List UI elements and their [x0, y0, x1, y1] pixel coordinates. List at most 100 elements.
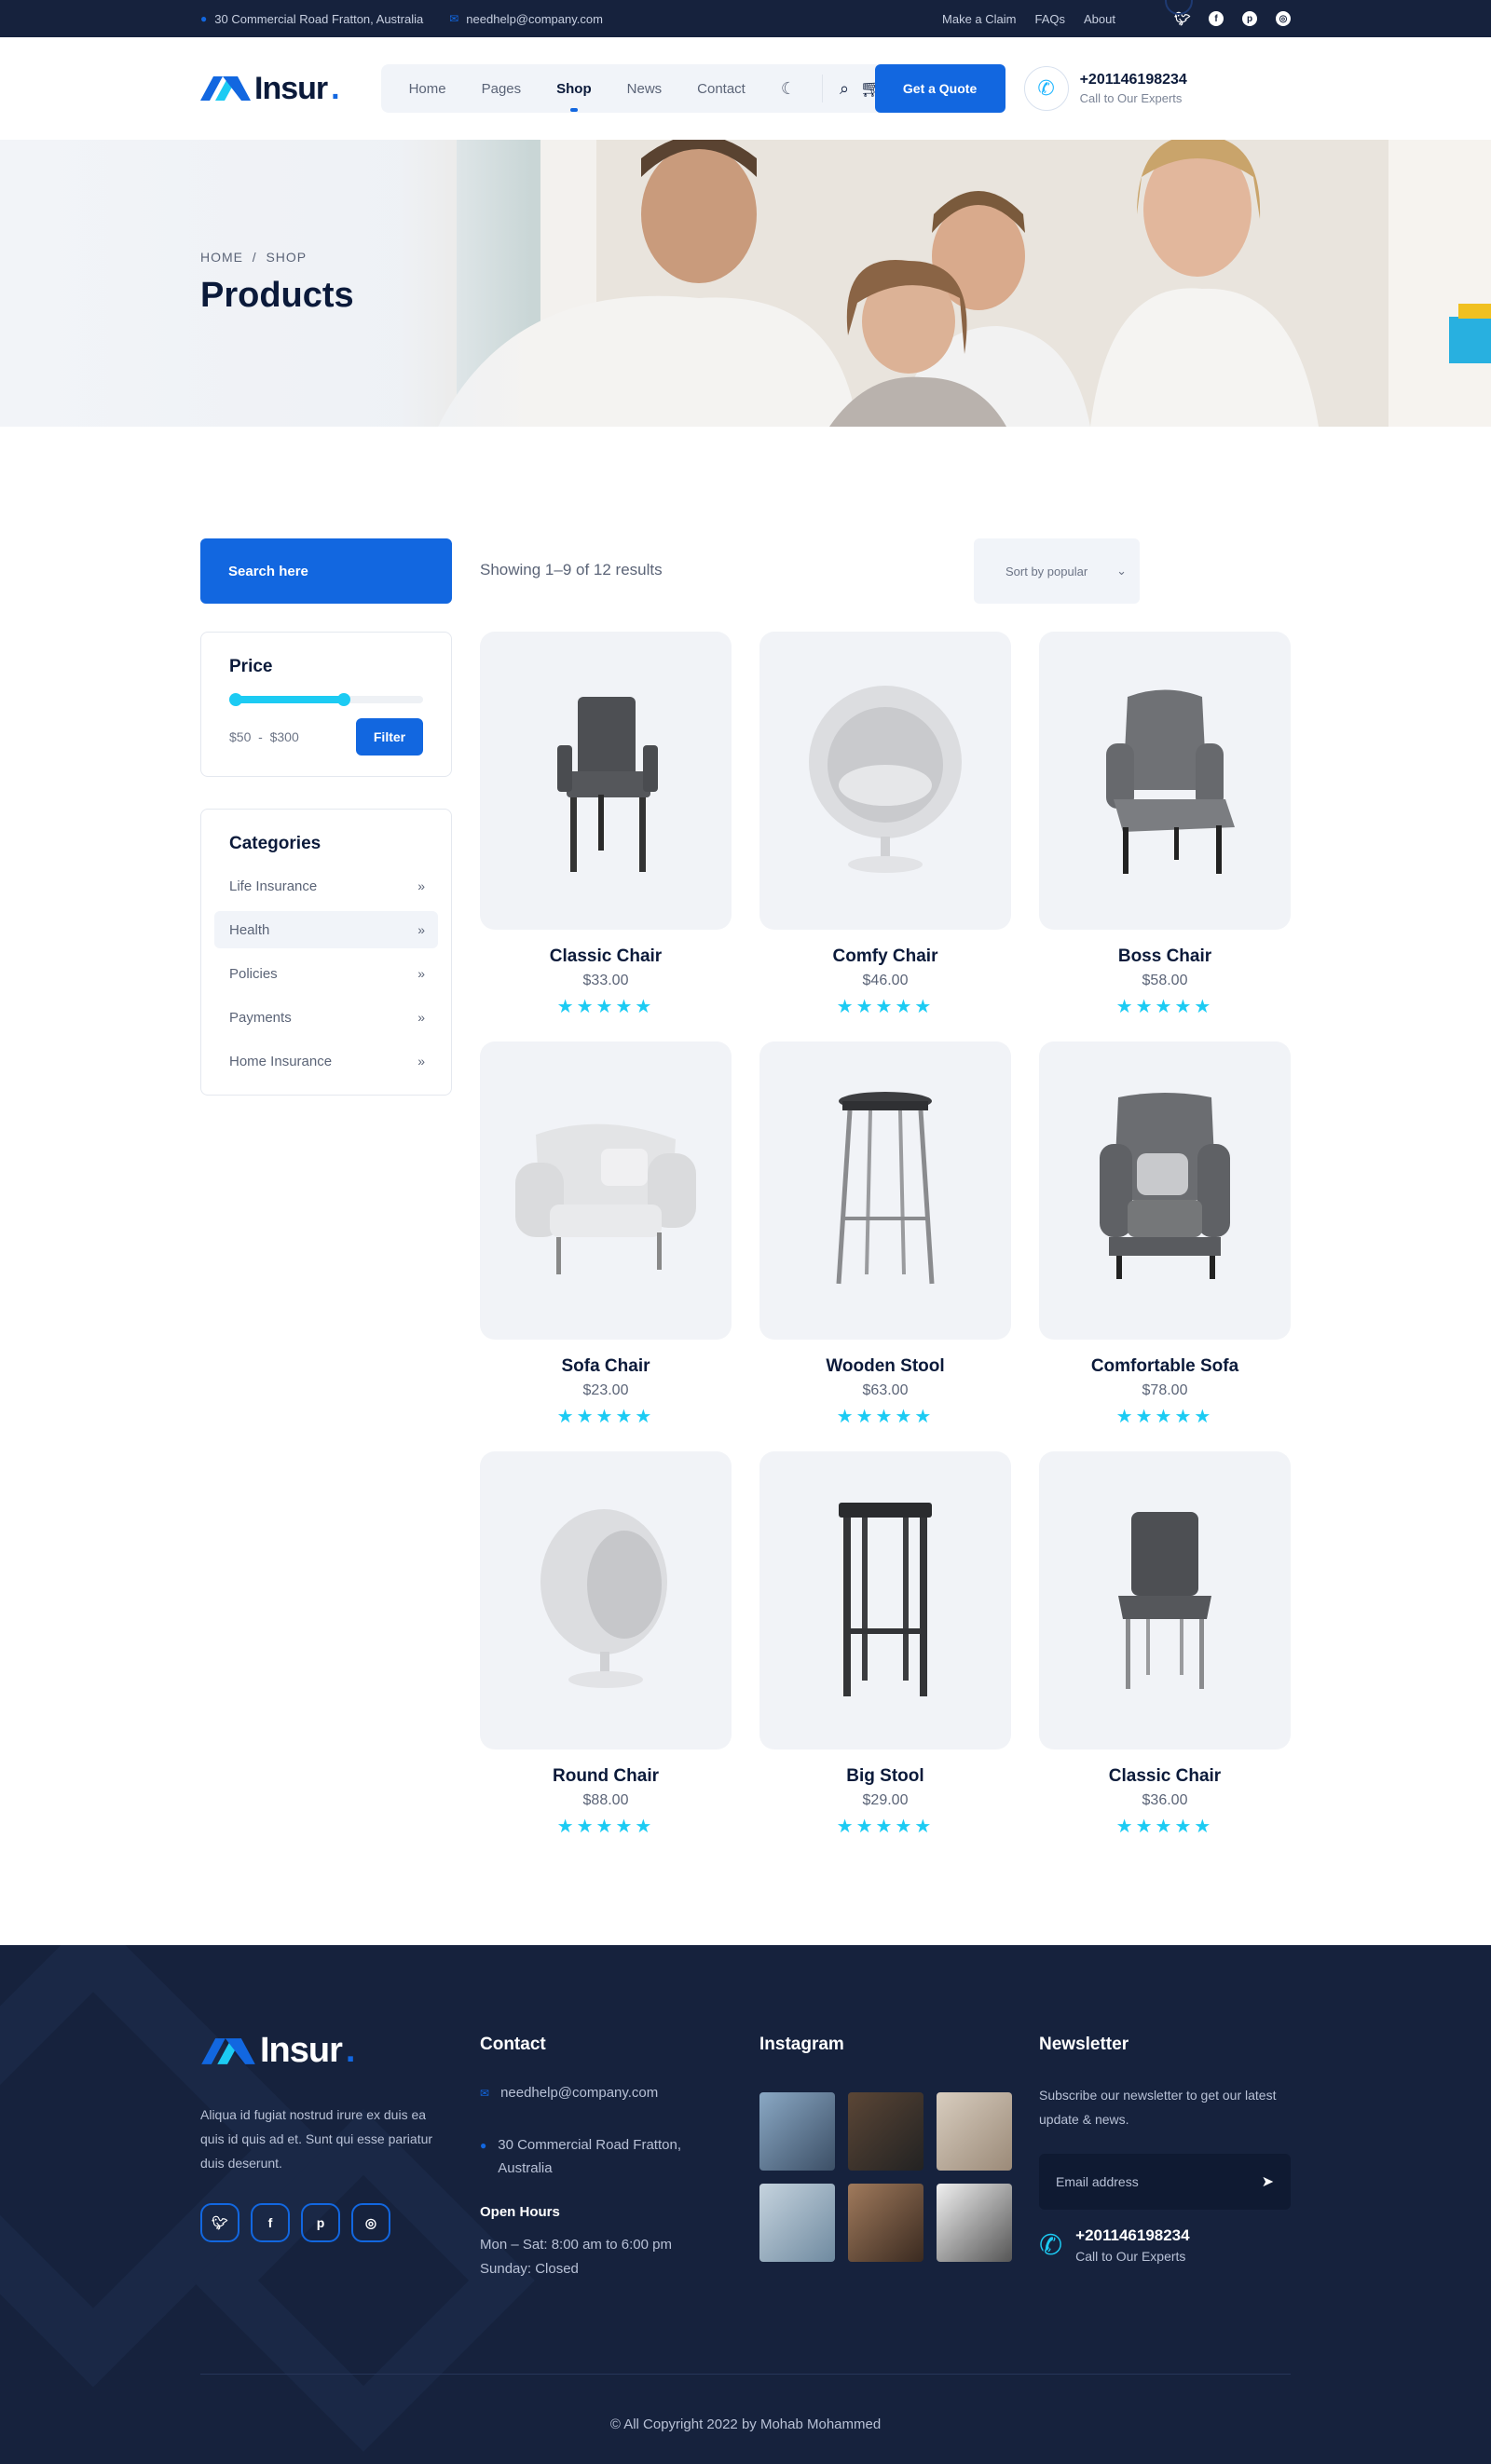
star-rating-icon: ★★★★★ — [556, 997, 655, 1017]
product-name[interactable]: Comfy Chair — [759, 946, 1011, 967]
star-rating-icon: ★★★★★ — [836, 997, 935, 1017]
product-image[interactable] — [1039, 1041, 1291, 1340]
twitter-icon[interactable]: 🐦︎ — [200, 2203, 239, 2242]
instagram-thumb[interactable] — [937, 2184, 1012, 2262]
product-price: $58.00 — [1142, 973, 1188, 988]
price-range-text: $50 - $300 — [229, 729, 299, 744]
product-name[interactable]: Sofa Chair — [480, 1356, 732, 1377]
nav-contact[interactable]: Contact — [697, 81, 746, 97]
filter-button[interactable]: Filter — [356, 718, 423, 756]
nav-shop[interactable]: Shop — [556, 81, 592, 112]
chair-image — [809, 686, 962, 873]
price-max-handle[interactable] — [337, 693, 350, 706]
footer-instagram: Instagram — [759, 2035, 1012, 2262]
product-image[interactable] — [1039, 1451, 1291, 1749]
footer-phone-caption: Call to Our Experts — [1075, 2249, 1186, 2264]
footer-contact-title: Contact — [480, 2035, 546, 2054]
product-name[interactable]: Boss Chair — [1039, 946, 1291, 967]
categories-widget: Categories Life Insurance» Health» Polic… — [200, 809, 452, 1096]
category-health[interactable]: Health» — [214, 911, 438, 948]
footer-email[interactable]: ✉ needhelp@company.com — [480, 2081, 732, 2105]
breadcrumb: HOME / SHOP — [200, 250, 308, 265]
search-icon[interactable]: ⌕ — [840, 79, 849, 99]
price-range-slider[interactable] — [229, 693, 423, 706]
breadcrumb-current: SHOP — [266, 250, 308, 265]
price-min-handle[interactable] — [229, 693, 242, 706]
product-name[interactable]: Round Chair — [480, 1766, 732, 1787]
product-name[interactable]: Wooden Stool — [759, 1356, 1011, 1377]
nav-home[interactable]: Home — [409, 81, 446, 97]
hero-family-image — [401, 140, 1491, 427]
product-card[interactable]: Round Chair $88.00 ★★★★★ — [480, 1451, 732, 1843]
topbar-email[interactable]: ✉ needhelp@company.com — [449, 12, 603, 26]
star-rating-icon: ★★★★★ — [556, 1817, 655, 1837]
instagram-thumb[interactable] — [759, 2092, 835, 2171]
price-filter-title: Price — [229, 657, 273, 676]
category-life-insurance[interactable]: Life Insurance» — [214, 867, 438, 905]
product-image[interactable] — [759, 1041, 1011, 1340]
product-name[interactable]: Comfortable Sofa — [1039, 1356, 1291, 1377]
envelope-icon: ✉ — [480, 2087, 490, 2100]
product-card[interactable]: Classic Chair $36.00 ★★★★★ — [1039, 1451, 1291, 1843]
breadcrumb-home[interactable]: HOME — [200, 250, 243, 265]
product-name[interactable]: Classic Chair — [1039, 1766, 1291, 1787]
instagram-icon[interactable]: ◎ — [351, 2203, 390, 2242]
header-call[interactable]: ✆ +201146198234 Call to Our Experts — [1023, 66, 1187, 111]
product-image[interactable] — [480, 1451, 732, 1749]
category-policies[interactable]: Policies» — [214, 955, 438, 992]
facebook-icon[interactable]: f — [251, 2203, 290, 2242]
logo-mark-icon — [200, 76, 251, 101]
product-name[interactable]: Big Stool — [759, 1766, 1011, 1787]
link-make-a-claim[interactable]: Make a Claim — [942, 12, 1016, 26]
star-rating-icon: ★★★★★ — [836, 1407, 935, 1427]
product-image[interactable] — [480, 632, 732, 930]
product-image[interactable] — [759, 632, 1011, 930]
pinterest-icon[interactable]: p — [301, 2203, 340, 2242]
facebook-icon[interactable]: f — [1209, 11, 1224, 26]
link-faqs[interactable]: FAQs — [1035, 12, 1066, 26]
dark-mode-toggle-icon[interactable]: ☾ — [781, 79, 796, 99]
instagram-icon[interactable]: ◎ — [1276, 11, 1291, 26]
instagram-title: Instagram — [759, 2035, 844, 2054]
newsletter-email-input[interactable]: Email address ➤ — [1039, 2154, 1291, 2210]
search-button[interactable]: Search here — [200, 538, 452, 604]
pinterest-icon[interactable]: p — [1242, 11, 1257, 26]
main-nav: Home Pages Shop News Contact ☾ ⌕ 🛒︎ — [380, 64, 912, 113]
product-card[interactable]: Wooden Stool $63.00 ★★★★★ — [759, 1041, 1011, 1433]
product-card[interactable]: Comfortable Sofa $78.00 ★★★★★ — [1039, 1041, 1291, 1433]
nav-pages[interactable]: Pages — [482, 81, 522, 97]
category-payments[interactable]: Payments» — [214, 999, 438, 1036]
footer-phone-number[interactable]: +201146198234 — [1075, 2226, 1189, 2245]
instagram-thumb[interactable] — [848, 2092, 923, 2171]
link-about[interactable]: About — [1084, 12, 1115, 26]
category-home-insurance[interactable]: Home Insurance» — [214, 1042, 438, 1080]
footer-call[interactable]: ✆ +201146198234 Call to Our Experts — [1039, 2226, 1291, 2264]
star-rating-icon: ★★★★★ — [836, 1817, 935, 1837]
send-icon[interactable]: ➤ — [1262, 2172, 1274, 2191]
copyright: © All Copyright 2022 by Mohab Mohammed — [609, 2416, 882, 2432]
product-card[interactable]: Classic Chair $33.00 ★★★★★ — [480, 632, 732, 1023]
product-card[interactable]: Big Stool $29.00 ★★★★★ — [759, 1451, 1011, 1843]
product-card[interactable]: Sofa Chair $23.00 ★★★★★ — [480, 1041, 732, 1433]
nav-divider — [822, 75, 823, 102]
product-image[interactable] — [480, 1041, 732, 1340]
product-card[interactable]: Boss Chair $58.00 ★★★★★ — [1039, 632, 1291, 1023]
star-rating-icon: ★★★★★ — [1115, 1407, 1214, 1427]
product-card[interactable]: Comfy Chair $46.00 ★★★★★ — [759, 632, 1011, 1023]
open-hours: Mon – Sat: 8:00 am to 6:00 pm Sunday: Cl… — [480, 2237, 672, 2277]
instagram-thumb[interactable] — [848, 2184, 923, 2262]
footer-logo[interactable]: Insur. — [200, 2031, 452, 2071]
stool-image — [839, 1503, 932, 1696]
product-image[interactable] — [759, 1451, 1011, 1749]
get-a-quote-button[interactable]: Get a Quote — [874, 64, 1005, 113]
nav-news[interactable]: News — [627, 81, 663, 97]
header-phone-number[interactable]: +201146198234 — [1080, 72, 1187, 88]
star-rating-icon: ★★★★★ — [556, 1407, 655, 1427]
sort-select[interactable]: Sort by popular ⌄ — [974, 538, 1140, 604]
instagram-thumb[interactable] — [759, 2184, 835, 2262]
product-image[interactable] — [1039, 632, 1291, 930]
product-name[interactable]: Classic Chair — [480, 946, 732, 967]
product-price: $78.00 — [1142, 1382, 1188, 1398]
site-logo[interactable]: Insur. — [200, 71, 340, 107]
instagram-thumb[interactable] — [937, 2092, 1012, 2171]
